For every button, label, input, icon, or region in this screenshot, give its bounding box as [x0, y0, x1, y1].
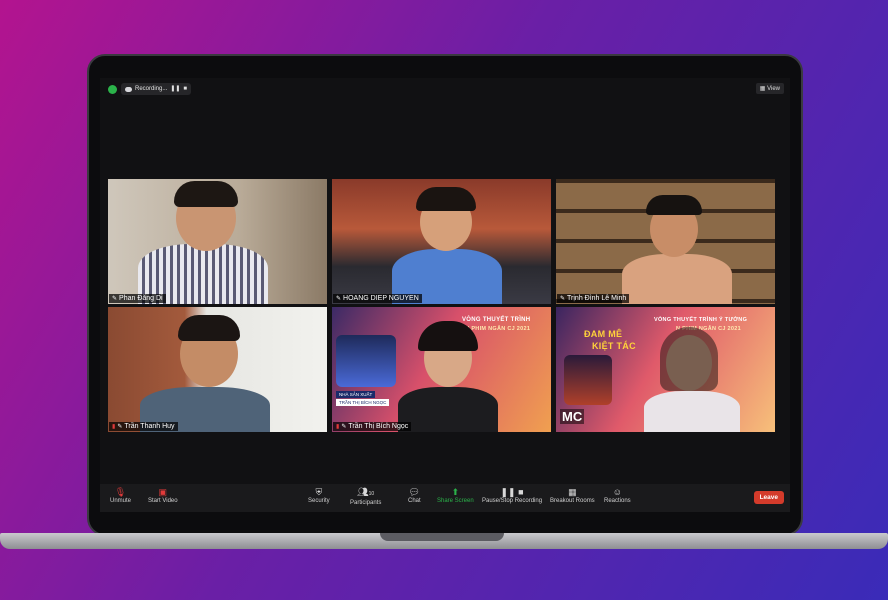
banner-slogan-2: KIỆT TÁC	[592, 341, 636, 351]
recording-indicator: Recording... ❚❚ ■	[121, 83, 192, 95]
muted-mic-icon: 🎙︎	[114, 487, 127, 497]
muted-mic-icon: ▮	[112, 424, 116, 430]
name-tag: ✎ Trịnh Đình Lê Minh	[557, 294, 630, 303]
participant-body	[622, 254, 732, 304]
pin-icon: ✎	[560, 296, 566, 302]
participants-button[interactable]: 👥︎10 Participants	[350, 487, 381, 506]
pin-icon: ✎	[341, 424, 347, 430]
producer-badge: NHÀ SẢN XUẤT	[336, 391, 376, 398]
security-label: Security	[308, 498, 330, 504]
breakout-rooms-label: Breakout Rooms	[550, 498, 595, 504]
share-screen-label: Share Screen	[437, 498, 474, 504]
pause-recording-icon[interactable]: ❚❚	[170, 86, 180, 92]
banner-slogan-1: ĐAM MÊ	[584, 329, 623, 339]
participant-body	[398, 387, 498, 432]
shield-icon: ⛨	[315, 487, 323, 497]
breakout-rooms-button[interactable]: ▦ Breakout Rooms	[550, 487, 595, 504]
participant-name: Phan Đăng Di	[119, 295, 163, 302]
producer-name-badge: TRẦN THỊ BÍCH NGỌC	[336, 399, 390, 406]
gallery-grid: ✎ Phan Đăng Di ✎ HOANG DIEP NGUYEN ✎ Trị…	[108, 179, 776, 432]
name-tag: ▮ ✎ Trần Thanh Huy	[109, 422, 178, 431]
muted-mic-icon: ▮	[336, 424, 340, 430]
participant-name: MC	[560, 409, 585, 424]
video-tile-2[interactable]: ✎ HOANG DIEP NGUYEN	[332, 179, 551, 304]
recording-label: Recording...	[135, 86, 168, 92]
pause-stop-recording-button[interactable]: ❚❚ ■ Pause/Stop Recording	[482, 487, 542, 504]
name-tag: ▮ ✎ Trần Thị Bích Ngọc	[333, 422, 412, 431]
participant-name: Trần Thanh Huy	[124, 423, 175, 430]
participant-hair	[178, 315, 240, 341]
security-shield-icon	[108, 84, 117, 94]
video-tile-6[interactable]: VÒNG THUYẾT TRÌNH Ý TƯỞNG N PHIM NGẮN CJ…	[556, 307, 775, 432]
participants-label: Participants	[350, 500, 382, 506]
unmute-button[interactable]: 🎙︎ Unmute	[110, 487, 131, 504]
reactions-icon: ☺	[612, 487, 622, 497]
cloud-icon	[125, 86, 132, 92]
view-button[interactable]: ▦ View	[755, 83, 784, 94]
participant-name: Trần Thị Bích Ngọc	[348, 423, 409, 430]
unmute-label: Unmute	[110, 498, 132, 504]
laptop-notch	[380, 533, 504, 541]
participant-body	[644, 391, 740, 432]
participant-name: Trịnh Đình Lê Minh	[567, 295, 627, 302]
participant-name: HOANG DIEP NGUYEN	[343, 295, 419, 302]
award-graphic	[336, 335, 396, 387]
grid-view-icon: ▦	[759, 86, 768, 92]
video-off-icon: ▣	[158, 487, 168, 497]
pin-icon: ✎	[336, 296, 342, 302]
share-screen-icon: ⬆	[451, 487, 460, 497]
meeting-toolbar: 🎙︎ Unmute ▣ Start Video ⛨ Security 👥︎10 …	[100, 484, 790, 512]
reactions-label: Reactions	[604, 498, 631, 504]
banner-title: VÒNG THUYẾT TRÌNH Ý TƯỞNG	[654, 317, 748, 323]
zoom-window: Recording... ❚❚ ■ ▦ View ✎ Phan Đăng Di …	[100, 78, 790, 512]
participants-icon: 👥︎10	[357, 487, 375, 497]
share-screen-button[interactable]: ⬆ Share Screen	[437, 487, 474, 504]
view-label: View	[767, 86, 780, 92]
chat-button[interactable]: 💬︎ Chat	[408, 487, 421, 504]
chat-label: Chat	[408, 498, 421, 504]
video-tile-3[interactable]: ✎ Trịnh Đình Lê Minh	[556, 179, 775, 304]
video-tile-4[interactable]: ▮ ✎ Trần Thanh Huy	[108, 307, 327, 432]
video-tile-5[interactable]: VÒNG THUYẾT TRÌNH DỰ ÁN PHIM NGẮN CJ 202…	[332, 307, 551, 432]
recording-bar: Recording... ❚❚ ■	[108, 83, 192, 95]
participant-hair	[416, 187, 476, 211]
participants-count: 10	[368, 491, 375, 497]
banner-title: VÒNG THUYẾT TRÌNH	[462, 317, 531, 323]
pause-stop-icon: ❚❚ ■	[500, 487, 524, 497]
pause-stop-recording-label: Pause/Stop Recording	[482, 498, 543, 504]
pin-icon: ✎	[112, 296, 118, 302]
stop-recording-icon[interactable]: ■	[183, 86, 187, 92]
breakout-rooms-icon: ▦	[568, 487, 577, 497]
reactions-button[interactable]: ☺ Reactions	[604, 487, 631, 504]
video-tile-1[interactable]: ✎ Phan Đăng Di	[108, 179, 327, 304]
pin-icon: ✎	[117, 424, 123, 430]
chat-icon: 💬︎	[408, 487, 421, 497]
participant-hair	[646, 195, 702, 215]
participant-hair	[660, 327, 718, 391]
participant-hair	[174, 181, 238, 207]
start-video-label: Start Video	[148, 498, 178, 504]
security-button[interactable]: ⛨ Security	[308, 487, 330, 504]
start-video-button[interactable]: ▣ Start Video	[148, 487, 178, 504]
name-tag: ✎ HOANG DIEP NGUYEN	[333, 294, 422, 303]
leave-button[interactable]: Leave	[753, 491, 784, 504]
award-graphic	[564, 355, 612, 405]
name-tag: ✎ Phan Đăng Di	[109, 294, 166, 303]
